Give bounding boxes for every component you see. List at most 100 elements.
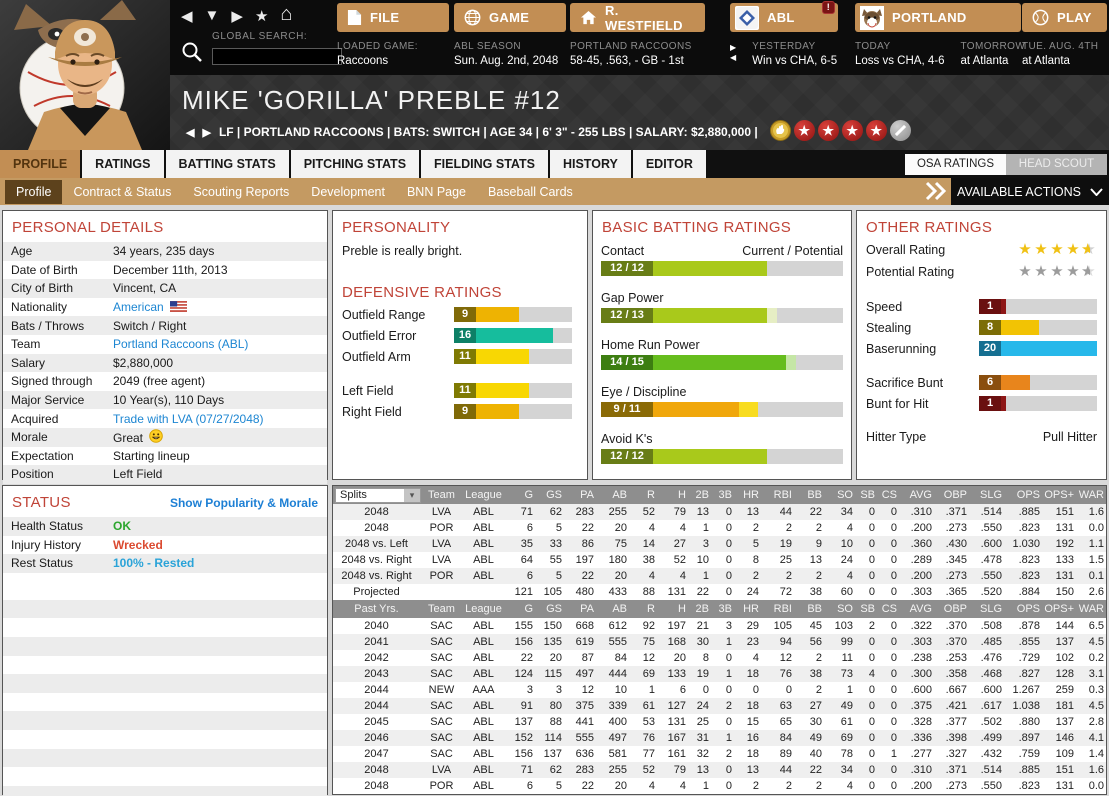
column-header-sb[interactable]: SB xyxy=(856,486,878,504)
nationality-link[interactable]: American xyxy=(113,300,164,314)
forward-icon[interactable]: ▶ xyxy=(231,7,243,25)
next-player-icon[interactable]: ▶ xyxy=(202,126,210,139)
table-row[interactable]: Projected 121 105 480 433 88 131 22 0 24 72 38 60 0 0.… xyxy=(333,584,1106,600)
column-header-sb[interactable]: SB xyxy=(856,600,878,618)
tab-history[interactable]: HISTORY xyxy=(549,150,631,178)
team-link[interactable]: Portland Raccoons (ABL) xyxy=(113,337,248,351)
osa-ratings-toggle[interactable]: OSA RATINGS xyxy=(905,154,1006,175)
column-header-2b[interactable]: 2B xyxy=(689,486,712,504)
column-header-ops[interactable]: OPS+ xyxy=(1043,600,1077,618)
column-header-r[interactable]: R xyxy=(630,486,658,504)
tab-ratings[interactable]: RATINGS xyxy=(82,150,164,178)
column-header-bb[interactable]: BB xyxy=(795,486,825,504)
splits-dropdown[interactable]: Splits ▾ xyxy=(335,487,421,503)
column-header-obp[interactable]: OBP xyxy=(935,486,970,504)
column-header-pa[interactable]: PA xyxy=(565,486,597,504)
table-row[interactable]: 2041 SAC ABL 156 135 619 555 75 168 30 1 23 94 56 99 0 0… xyxy=(333,634,1106,650)
show-popularity-morale-link[interactable]: Show Popularity & Morale xyxy=(170,496,318,510)
subtab-bnn-page[interactable]: BNN Page xyxy=(396,180,477,204)
column-header-bb[interactable]: BB xyxy=(795,600,825,618)
column-header-ops[interactable]: OPS+ xyxy=(1043,486,1077,504)
column-header-hr[interactable]: HR xyxy=(735,486,762,504)
column-header-cs[interactable]: CS xyxy=(878,486,900,504)
table-row[interactable]: 2045 SAC ABL 137 88 441 400 53 131 25 0 15 65 30 61 0 0.… xyxy=(333,714,1106,730)
day-step-arrows[interactable]: ▶ ◀ xyxy=(730,43,736,67)
column-header-gs[interactable]: GS xyxy=(536,600,565,618)
column-header-so[interactable]: SO xyxy=(825,486,856,504)
favorites-star-icon[interactable]: ★ xyxy=(255,7,268,25)
table-row[interactable]: 2048 vs. Right POR ABL 6 5 22 20 4 4 1 0 2 2 2 4 0 0.200… xyxy=(333,568,1106,584)
column-header-3b[interactable]: 3B xyxy=(712,486,735,504)
table-row[interactable]: 2047 SAC ABL 156 137 636 581 77 161 32 2 18 89 40 78 0 1… xyxy=(333,746,1106,762)
head-scout-toggle[interactable]: HEAD SCOUT xyxy=(1006,154,1107,175)
tab-batting-stats[interactable]: BATTING STATS xyxy=(165,150,289,178)
acquired-link[interactable]: Trade with LVA (07/27/2048) xyxy=(113,412,264,426)
manager-button[interactable]: R. WESTFIELD xyxy=(570,3,705,33)
table-row[interactable]: 2048 POR ABL 6 5 22 20 4 4 1 0 2 2 2 4 0 0.200.273.550.8… xyxy=(333,778,1106,794)
column-header-3b[interactable]: 3B xyxy=(712,600,735,618)
subtab-profile[interactable]: Profile xyxy=(5,179,63,204)
table-row[interactable]: 2048 vs. Right LVA ABL 64 55 197 180 38 52 10 0 8 25… xyxy=(333,552,1106,568)
subtab-development[interactable]: Development xyxy=(300,180,396,204)
play-button[interactable]: PLAY xyxy=(1022,3,1107,32)
search-icon[interactable] xyxy=(181,41,203,68)
column-header-ab[interactable]: AB xyxy=(597,600,630,618)
chevron-right-icon[interactable] xyxy=(924,181,950,206)
game-button[interactable]: GAME xyxy=(454,3,566,32)
column-header-league[interactable]: League xyxy=(463,486,507,504)
column-header-h[interactable]: H xyxy=(658,486,689,504)
table-row[interactable]: 2044 NEW AAA 3 3 12 10 1 6 0 0 0 0 2 1 0 0.600.667.600 1.… xyxy=(333,682,1106,698)
column-header-cs[interactable]: CS xyxy=(878,600,900,618)
column-header-ab[interactable]: AB xyxy=(597,486,630,504)
table-row[interactable]: 2044 SAC ABL 91 80 375 339 61 127 24 2 18 63 27 49 0 0 .3… xyxy=(333,698,1106,714)
back-icon[interactable]: ◀ xyxy=(181,7,193,25)
column-header-avg[interactable]: AVG xyxy=(900,600,935,618)
column-header-hr[interactable]: HR xyxy=(735,600,762,618)
history-dropdown-icon[interactable]: ▼ xyxy=(205,7,220,25)
column-header-rbi[interactable]: RBI xyxy=(762,486,795,504)
tab-profile[interactable]: PROFILE xyxy=(0,150,81,178)
column-header-ops[interactable]: OPS xyxy=(1005,600,1043,618)
tab-fielding-stats[interactable]: FIELDING STATS xyxy=(421,150,548,178)
tab-editor[interactable]: EDITOR xyxy=(632,150,706,178)
column-header-team[interactable]: Team xyxy=(423,486,463,504)
column-header-slg[interactable]: SLG xyxy=(970,486,1005,504)
tab-pitching-stats[interactable]: PITCHING STATS xyxy=(290,150,420,178)
cell: 3 xyxy=(526,684,533,696)
column-header-war[interactable]: WAR xyxy=(1077,600,1106,618)
previous-player-icon[interactable]: ◀ xyxy=(186,126,194,139)
column-header-g[interactable]: G xyxy=(507,486,536,504)
column-header-g[interactable]: G xyxy=(507,600,536,618)
abl-button[interactable]: ABL ! xyxy=(730,1,838,32)
table-row[interactable]: 2048 vs. Left LVA ABL 35 33 86 75 14 27 3 0 5 19 9 10 0… xyxy=(333,536,1106,552)
column-header-slg[interactable]: SLG xyxy=(970,600,1005,618)
column-header-league[interactable]: League xyxy=(463,600,507,618)
table-row[interactable]: 2046 SAC ABL 152 114 555 497 76 167 31 1 16 84 49 69 0 0… xyxy=(333,730,1106,746)
table-row[interactable]: 2043 SAC ABL 124 115 497 444 69 133 19 1 18 76 38 73 4 0… xyxy=(333,666,1106,682)
column-header-gs[interactable]: GS xyxy=(536,486,565,504)
column-header-obp[interactable]: OBP xyxy=(935,600,970,618)
file-button[interactable]: FILE xyxy=(337,3,449,32)
column-header-h[interactable]: H xyxy=(658,600,689,618)
table-row[interactable]: 2048 POR ABL 6 5 22 20 4 4 1 0 2 2 2 4 0 0.200.273.550.8… xyxy=(333,520,1106,536)
available-actions-button[interactable]: AVAILABLE ACTIONS xyxy=(951,178,1109,205)
subtab-contract-status[interactable]: Contract & Status xyxy=(62,180,182,204)
column-header-rbi[interactable]: RBI xyxy=(762,600,795,618)
table-row[interactable]: 2048 LVA ABL 71 62 283 255 52 79 13 0 13 44 22 34 0 0 .31… xyxy=(333,504,1106,520)
portland-button[interactable]: PORTLAND xyxy=(855,3,1021,32)
column-header-pa[interactable]: PA xyxy=(565,600,597,618)
subtab-baseball-cards[interactable]: Baseball Cards xyxy=(477,180,584,204)
home-icon[interactable]: ⌂ xyxy=(280,4,292,25)
table-row[interactable]: 2042 SAC ABL 22 20 87 84 12 20 8 0 4 12 2 11 0 0 .238 .253… xyxy=(333,650,1106,666)
column-header-2b[interactable]: 2B xyxy=(689,600,712,618)
column-header-avg[interactable]: AVG xyxy=(900,486,935,504)
table-row[interactable]: 2040 SAC ABL 155 150 668 612 92 197 21 3 29 105 45 103… xyxy=(333,618,1106,634)
subtab-scouting-reports[interactable]: Scouting Reports xyxy=(182,180,300,204)
table-row[interactable]: 2048 LVA ABL 71 62 283 255 52 79 13 0 13 44 22 34 0 0 .31… xyxy=(333,762,1106,778)
column-header-team[interactable]: Team xyxy=(423,600,463,618)
column-header-so[interactable]: SO xyxy=(825,600,856,618)
global-search-input[interactable] xyxy=(212,47,342,65)
column-header-r[interactable]: R xyxy=(630,600,658,618)
column-header-ops[interactable]: OPS xyxy=(1005,486,1043,504)
column-header-war[interactable]: WAR xyxy=(1077,486,1106,504)
